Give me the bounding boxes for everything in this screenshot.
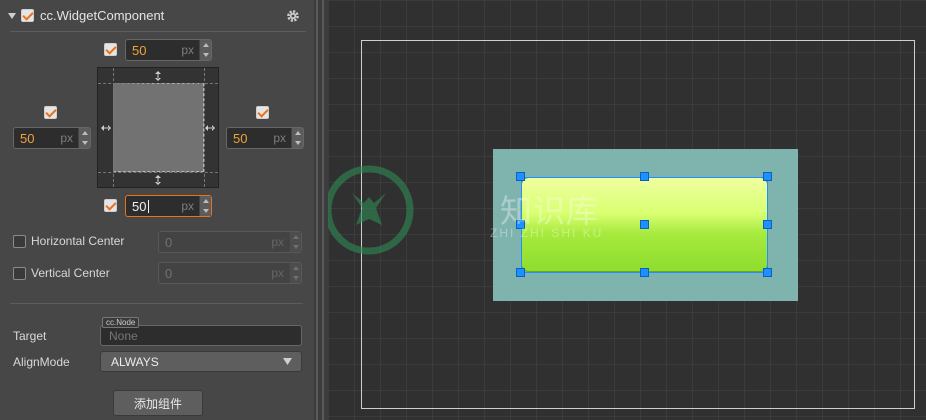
top-value-field[interactable]: 50 px: [125, 39, 212, 61]
diagram-guide-h-top: [98, 83, 218, 84]
horizontal-center-label: Horizontal Center: [31, 234, 125, 248]
vertical-center-checkbox[interactable]: [13, 267, 26, 280]
watermark-logo: [328, 165, 414, 255]
vertical-center-label: Vertical Center: [31, 266, 110, 280]
arrow-horizontal-right-icon: [205, 125, 215, 131]
watermark-subtitle: ZHI ZHI SHI KU: [490, 226, 604, 240]
right-value-field[interactable]: 50 px: [226, 127, 304, 149]
top-align-checkbox[interactable]: [104, 43, 117, 56]
inspector-panel: cc.WidgetComponent 50 px 50 px 50 px 50 …: [0, 0, 314, 420]
right-align-checkbox[interactable]: [256, 106, 269, 119]
collapse-triangle-icon[interactable]: [8, 12, 16, 20]
align-mode-select[interactable]: ALWAYS: [100, 351, 302, 372]
add-component-button[interactable]: 添加组件: [113, 390, 203, 416]
text-caret: [148, 200, 149, 213]
alignment-diagram: [97, 67, 219, 188]
bottom-value-stepper[interactable]: [199, 196, 211, 216]
top-value-stepper[interactable]: [199, 40, 211, 60]
scene-view[interactable]: 知识库 ZHI ZHI SHI KU: [328, 0, 926, 420]
align-mode-label: AlignMode: [13, 355, 70, 369]
diagram-guide-h-bottom: [98, 172, 218, 173]
vertical-center-stepper[interactable]: [289, 263, 301, 283]
bottom-value-field[interactable]: 50 px: [125, 195, 212, 217]
diagram-inner-rect: [113, 83, 204, 172]
left-align-checkbox[interactable]: [44, 106, 57, 119]
arrow-horizontal-left-icon: [101, 125, 111, 131]
resize-handle-tl[interactable]: [516, 172, 525, 181]
diagram-guide-v-left: [113, 68, 114, 187]
right-value-stepper[interactable]: [291, 128, 303, 148]
left-value-stepper[interactable]: [78, 128, 90, 148]
horizontal-center-field[interactable]: 0 px: [158, 231, 302, 253]
resize-handle-tr[interactable]: [763, 172, 772, 181]
horizontal-center-checkbox[interactable]: [13, 235, 26, 248]
dropdown-arrow-icon: [283, 358, 292, 365]
component-enabled-checkbox[interactable]: [21, 9, 34, 22]
resize-handle-bm[interactable]: [640, 268, 649, 277]
horizontal-center-stepper[interactable]: [289, 232, 301, 252]
component-title: cc.WidgetComponent: [40, 8, 165, 23]
gear-icon[interactable]: [286, 9, 300, 23]
resize-handle-br[interactable]: [763, 268, 772, 277]
align-mode-value: ALWAYS: [111, 355, 159, 369]
arrow-vertical-bottom-icon: [155, 175, 161, 185]
panel-splitter[interactable]: [314, 0, 328, 420]
section-divider: [10, 303, 303, 304]
header-divider: [10, 31, 306, 32]
target-label: Target: [13, 329, 47, 343]
target-value: None: [109, 329, 138, 343]
target-field[interactable]: None: [100, 325, 302, 346]
left-value-field[interactable]: 50 px: [13, 127, 91, 149]
target-type-tag: cc.Node: [102, 317, 140, 328]
anchor-point[interactable]: [640, 220, 649, 229]
arrow-vertical-top-icon: [155, 71, 161, 81]
resize-handle-mr[interactable]: [763, 220, 772, 229]
resize-handle-tm[interactable]: [640, 172, 649, 181]
resize-handle-bl[interactable]: [516, 268, 525, 277]
vertical-center-field[interactable]: 0 px: [158, 262, 302, 284]
bottom-align-checkbox[interactable]: [104, 199, 117, 212]
